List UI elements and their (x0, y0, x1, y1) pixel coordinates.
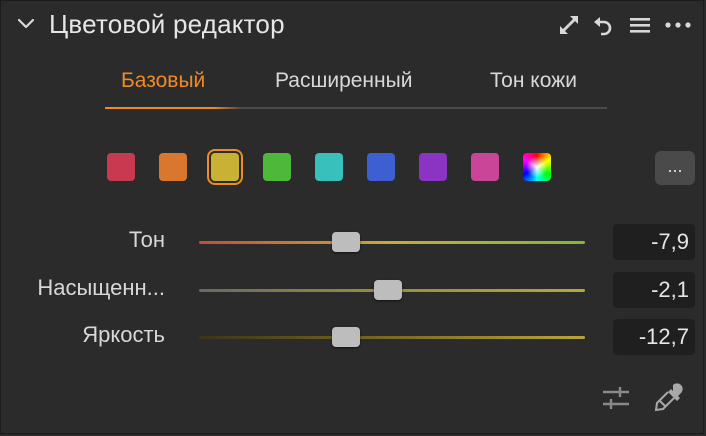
active-tab-indicator (105, 107, 241, 109)
saturation-slider-thumb[interactable] (374, 280, 403, 300)
saturation-label: Насыщенн... (37, 275, 165, 300)
color-swatch[interactable] (471, 153, 499, 181)
panel-header: Цветовой редактор (1, 1, 703, 49)
color-swatch[interactable] (263, 153, 291, 181)
hue-slider-track[interactable] (199, 241, 585, 244)
eyedropper-icon[interactable] (651, 381, 685, 415)
hue-slider-thumb[interactable] (331, 232, 360, 252)
more-icon[interactable] (663, 13, 693, 37)
collapse-chevron-icon[interactable] (17, 15, 35, 33)
reset-icon[interactable] (591, 13, 615, 37)
lightness-value-field[interactable]: -12,7 (613, 319, 695, 355)
color-swatch[interactable] (107, 153, 135, 181)
lightness-slider-track[interactable] (199, 336, 585, 339)
tab-bar: Базовый Расширенный Тон кожи (105, 69, 607, 109)
color-editor-panel: Цветовой редактор Базовый Расширенный То… (0, 0, 704, 434)
tab-skin-tone[interactable]: Тон кожи (490, 69, 577, 93)
color-swatch[interactable] (367, 153, 395, 181)
saturation-value-field[interactable]: -2,1 (613, 272, 695, 308)
tab-basic[interactable]: Базовый (121, 69, 205, 93)
adjust-sliders-icon[interactable] (599, 381, 633, 415)
menu-icon[interactable] (628, 13, 652, 37)
panel-title: Цветовой редактор (49, 9, 285, 39)
expand-icon[interactable] (557, 13, 581, 37)
more-colors-button[interactable]: ... (655, 151, 695, 185)
color-swatch[interactable] (159, 153, 187, 181)
hue-value-field[interactable]: -7,9 (613, 224, 695, 260)
tab-advanced[interactable]: Расширенный (275, 69, 412, 93)
color-swatch[interactable] (419, 153, 447, 181)
swatch-multicolor[interactable] (523, 153, 551, 181)
color-swatch[interactable] (315, 153, 343, 181)
hue-label: Тон (128, 227, 165, 252)
color-swatch[interactable] (207, 149, 243, 185)
lightness-label: Яркость (82, 322, 165, 347)
lightness-slider-thumb[interactable] (331, 327, 360, 347)
